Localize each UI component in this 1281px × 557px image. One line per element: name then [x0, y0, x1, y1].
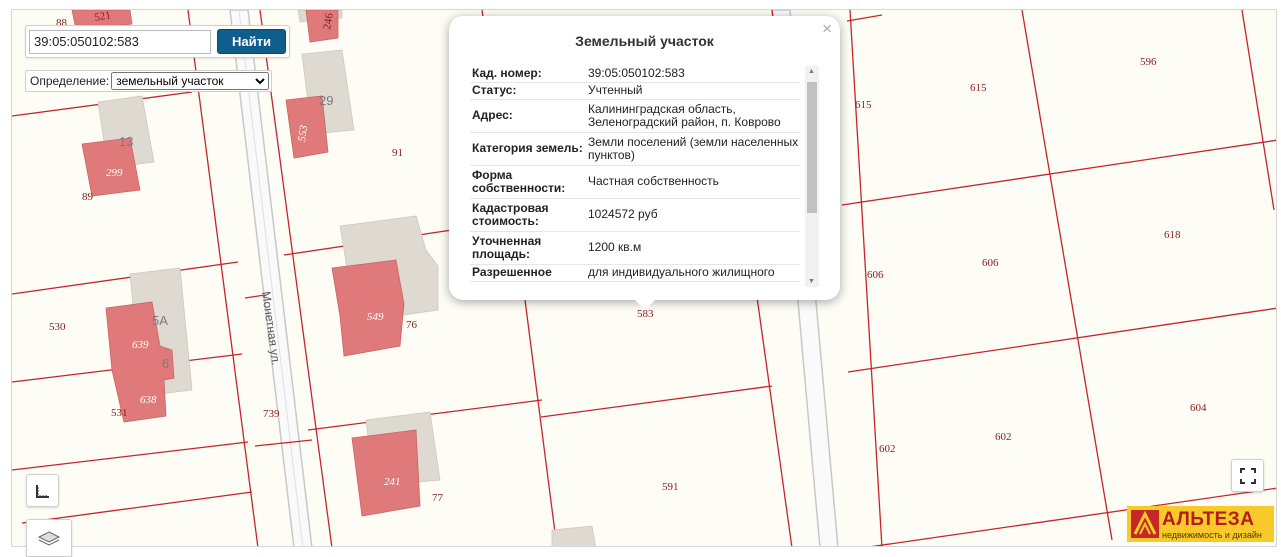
fullscreen-button[interactable] [1231, 459, 1264, 492]
definition-panel: Определение: земельный участок [25, 70, 273, 92]
building-number: 299 [106, 167, 123, 179]
brand-tagline: недвижимость и дизайн [1162, 530, 1262, 540]
row-value: Земли поселений (земли населенных пункто… [585, 132, 800, 166]
row-key: Кад. номер: [470, 66, 585, 83]
plot-number: 606 [982, 257, 999, 269]
layers-button[interactable] [26, 519, 72, 557]
cadastral-number-input[interactable] [29, 29, 211, 54]
brand-logo[interactable]: АЛЬТЕЗА недвижимость и дизайн [1127, 506, 1274, 542]
ruler-button[interactable] [26, 474, 59, 507]
row-key: Форма собственности: [470, 165, 585, 199]
table-row: Уточненная площадь: 1200 кв.м [470, 231, 800, 265]
plot-number: 604 [1190, 402, 1207, 414]
plot-number: 602 [879, 443, 896, 455]
fullscreen-icon [1239, 467, 1256, 484]
row-value: Калининградская область, Зеленоградский … [585, 99, 800, 133]
plot-number: 615 [855, 99, 872, 111]
property-table: Кад. номер: 39:05:050102:583 Статус: Учтен… [470, 66, 800, 282]
table-row: Статус: Учтенный [470, 82, 800, 100]
row-value: 39:05:050102:583 [585, 66, 800, 83]
table-row: Категория земель: Земли поселений (земли … [470, 132, 800, 166]
definition-label: Определение: [30, 74, 110, 88]
plot-number: 89 [82, 191, 94, 203]
row-value: 1024572 руб [585, 198, 800, 232]
ruler-icon [35, 484, 49, 498]
row-value: Учтенный [585, 82, 800, 100]
plot-number: 531 [111, 407, 128, 419]
plot-number: 91 [392, 147, 403, 159]
house-number: 6 [162, 356, 169, 371]
building-number: 639 [132, 339, 149, 351]
plot-number: 618 [1164, 229, 1181, 241]
plot-number: 606 [867, 269, 884, 281]
plot-number: 602 [995, 431, 1012, 443]
building-number: 553 [296, 124, 310, 143]
row-value: для индивидуального жилищного [585, 264, 800, 282]
table-row: Кадастровая стоимость: 1024572 руб [470, 198, 800, 232]
house-number: 29 [319, 93, 333, 108]
popup-scrollbar[interactable]: ▲ ▼ [805, 66, 819, 287]
plot-number: 76 [406, 319, 418, 331]
row-key: Категория земель: [470, 132, 585, 166]
popup-tip [635, 300, 655, 310]
scroll-down-icon[interactable]: ▼ [808, 278, 815, 285]
row-key: Разрешенное [470, 264, 585, 282]
plot-number: 77 [432, 492, 444, 504]
table-row: Кад. номер: 39:05:050102:583 [470, 66, 800, 83]
building-number: 549 [367, 311, 384, 323]
table-row: Адрес: Калининградская область, Зеленогра… [470, 99, 800, 133]
find-button[interactable]: Найти [217, 29, 286, 54]
row-key: Адрес: [470, 99, 585, 133]
building-number: 638 [140, 394, 157, 406]
brand-mark-icon [1131, 510, 1159, 538]
plot-number: 596 [1140, 56, 1157, 68]
definition-select[interactable]: земельный участок [111, 72, 270, 90]
popup-title: Земельный участок [575, 33, 714, 49]
plot-number: 591 [662, 481, 679, 493]
table-row: Разрешенное для индивидуального жилищного [470, 264, 800, 282]
plot-number: 615 [970, 82, 987, 94]
info-popup: × Земельный участок Кад. номер: 39:05:050… [449, 16, 840, 310]
search-panel: Найти [25, 25, 290, 58]
plot-number: 530 [49, 321, 66, 333]
table-row: Форма собственности: Частная собственност… [470, 165, 800, 199]
scrollbar-thumb[interactable] [807, 82, 817, 213]
plot-number: 739 [263, 408, 280, 420]
building-number: 241 [384, 476, 401, 488]
layers-icon [37, 531, 61, 546]
popup-content[interactable]: Кад. номер: 39:05:050102:583 Статус: Учтен… [470, 66, 820, 287]
row-key: Статус: [470, 82, 585, 100]
house-number: 13 [119, 134, 133, 149]
row-key: Уточненная площадь: [470, 231, 585, 265]
scroll-up-icon[interactable]: ▲ [808, 68, 815, 75]
row-key: Кадастровая стоимость: [470, 198, 585, 232]
row-value: Частная собственность [585, 165, 800, 199]
row-value: 1200 кв.м [585, 231, 800, 265]
house-number: 5А [152, 313, 168, 328]
brand-name: АЛЬТЕЗА [1162, 509, 1255, 530]
